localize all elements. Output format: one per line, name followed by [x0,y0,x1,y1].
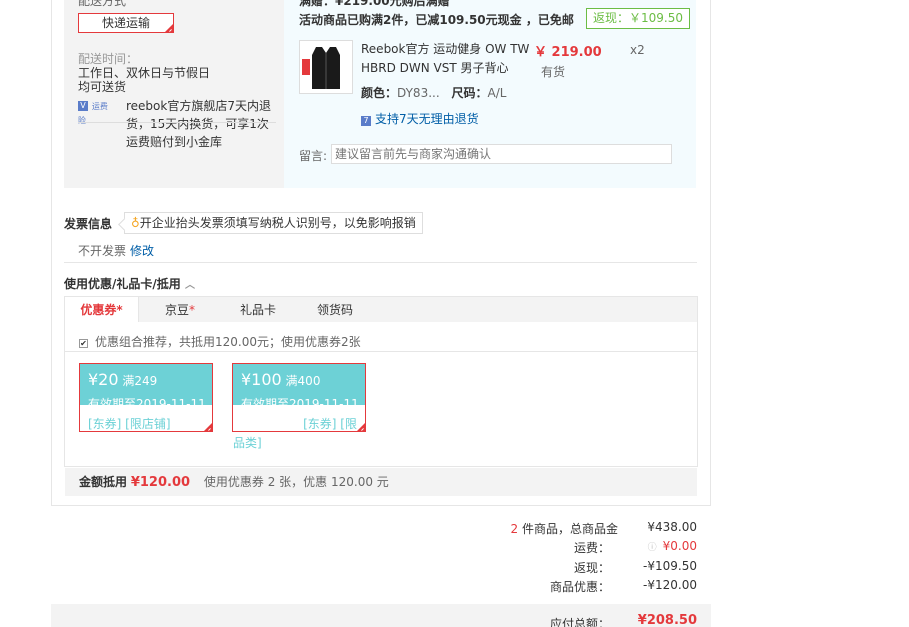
promo-title-cut: 满赠：¥219.00元购后满赠 [299,0,450,8]
insurance-text-line: reebok官方旗舰店7天内退 [126,99,271,113]
coupon-summary: 金额抵用 ¥120.00 使用优惠券 2 张，优惠 120.00 元 [65,468,697,496]
summary-label: 金额抵用 [79,475,128,489]
return-icon: 7 [361,116,371,126]
goods-total: ¥438.00 [647,520,697,534]
invoice-modify-link[interactable]: 修改 [130,242,154,259]
product-name-line: HBRD DWN VST 男子背心 [361,61,509,75]
tab-required-mark: * [189,303,195,317]
size-label: 尺码： [451,86,488,100]
invoice-tip-text: 开企业抬头发票须填写纳税人识别号，以免影响报销 [139,216,416,230]
delivery-time-line2: 均可送货 [78,80,127,94]
tab-gift-card[interactable]: 礼品卡 [233,297,283,323]
checkbox-checked-icon[interactable]: ✔ [79,339,88,348]
shipping-title: 配送方式 [78,0,127,8]
note-label: 留言: [299,149,328,163]
product-name[interactable]: Reebok官方 运动健身 OW TW HBRD DWN VST 男子背心 [361,40,531,78]
combo-text: 优惠组合推荐，共抵用120.00元；使用优惠券2张 [95,335,361,349]
invoice-tip: ♁开企业抬头发票须填写纳税人识别号，以免影响报销 [124,212,423,234]
tab-label: 优惠券 [80,303,117,317]
promo-text: 活动商品已购满2件，已减109.50元现金 ，已免邮 [299,13,574,27]
note-input[interactable] [331,144,672,164]
shield-icon: V [78,101,88,111]
insurance-text-line: 货，15天内换货，可享1次 [126,117,269,131]
product-attrs: 颜色：DY83... 尺码：A/L [361,84,506,101]
invoice-title: 发票信息 [64,217,113,231]
coupon-card[interactable]: ¥20 满249 有效期至2019-11-11 [东券] [限店铺] [79,363,213,432]
freight-amount: ¥0.00 [662,539,697,553]
coupon-section-title-text: 使用优惠/礼品卡/抵用 [64,277,181,291]
color-value: DY83... [397,86,440,100]
coupon-card[interactable]: ¥100 满400 有效期至2019-11-11 [东券] [限 [232,363,366,432]
payable-label: 应付总额： [549,617,610,627]
summary-text: 使用优惠券 2 张，优惠 120.00 元 [203,475,389,489]
return-policy-text: 支持7天无理由退货 [375,112,479,126]
product-quantity: x2 [630,43,645,57]
combo-recommend[interactable]: ✔ 优惠组合推荐，共抵用120.00元；使用优惠券2张 [79,333,361,350]
coupon-condition: 满249 [122,374,158,388]
product-price: ￥ 219.00 [534,45,602,60]
stock-status: 有货 [541,65,566,79]
size-value: A/L [487,86,507,100]
insurance-badge: V 运费险 [78,101,114,125]
freight-value: ⓘ ¥0.00 [617,539,697,553]
selected-corner-icon [357,423,365,431]
goods-count-label: 2 件商品，总商品金 [420,520,618,537]
coupon-tabs: 优惠券* 京豆* 礼品卡 领货码 [64,296,698,324]
info-icon[interactable]: ⓘ [648,543,657,553]
insurance-text-line: 运费赔付到小金库 [126,135,223,149]
tab-jingdou[interactable]: 京豆* [155,297,205,323]
coupon-validity: 有效期至2019-11-11 [241,397,359,411]
coupon-scope-overflow: 品类] [233,436,262,450]
rebate-value: -¥109.50 [643,559,697,573]
tab-redeem-code[interactable]: 领货码 [310,297,360,323]
coupon-amount: ¥20 [88,370,119,389]
payable-bar [51,604,711,627]
selected-corner-icon [204,423,212,431]
coupon-validity: 有效期至2019-11-11 [88,397,206,411]
coupon-section-title[interactable]: 使用优惠/礼品卡/抵用 ︿ [64,275,195,292]
tab-label: 礼品卡 [239,303,276,317]
insurance-text: reebok官方旗舰店7天内退 货，15天内换货，可享1次 运费赔付到小金库 [126,97,276,151]
invoice-status: 不开发票 [78,244,127,258]
selected-corner-icon [165,24,173,32]
tab-label: 京豆 [164,303,189,317]
return-policy[interactable]: 7 支持7天无理由退货 [361,110,479,127]
vest-image-icon [302,47,340,89]
tab-required-mark: * [116,303,123,317]
color-label: 颜色： [361,86,398,100]
rebate-badge: 返现：￥109.50 [586,8,690,29]
coupon-condition: 满400 [285,374,321,388]
express-shipping-option[interactable]: 快递运输 [78,13,174,33]
divider [78,122,276,123]
divider [64,262,697,263]
rebate-label: 返现： [573,561,610,575]
product-name-line: Reebok官方 运动健身 OW TW [361,42,530,56]
divider [64,351,698,352]
freight-label: 运费： [573,541,610,555]
location-pin-icon: ♁ [131,216,140,230]
tab-coupon[interactable]: 优惠券* [65,297,139,324]
product-thumbnail[interactable] [299,40,353,94]
summary-amount: ¥120.00 [130,475,191,490]
coupon-scope: [东券] [限店铺] [88,417,171,431]
discount-label: 商品优惠： [549,580,610,594]
goods-count-text: 件商品，总商品金 [518,522,618,536]
coupon-amount: ¥100 [241,370,282,389]
coupon-scope: [东券] [限 [303,417,357,431]
tab-label: 领货码 [316,303,353,317]
payable-amount: ¥208.50 [637,613,697,627]
discount-value: -¥120.00 [643,578,697,592]
express-label: 快递运输 [101,16,150,30]
chevron-up-icon: ︿ [184,280,195,291]
